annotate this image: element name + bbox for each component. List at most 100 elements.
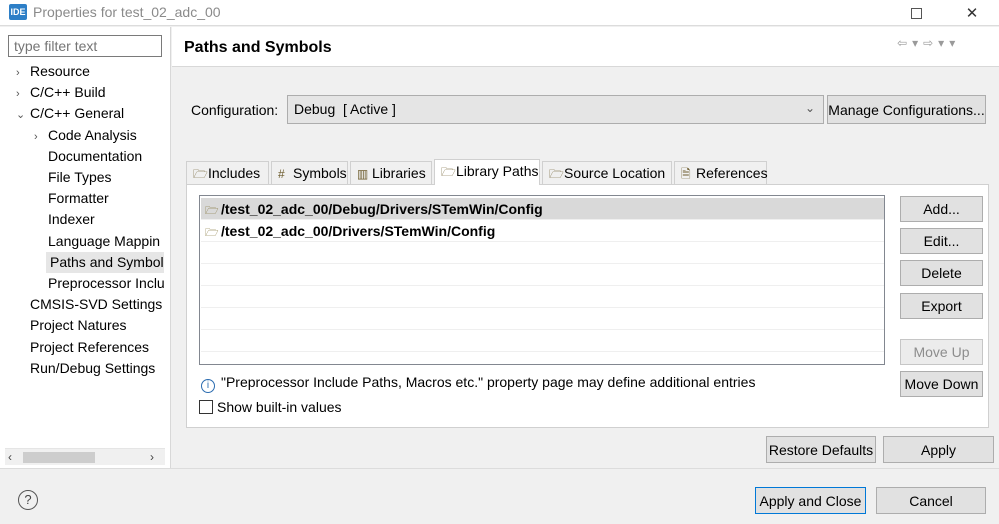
tab-label: Includes <box>208 165 261 181</box>
references-icon: 🗎 <box>681 167 691 181</box>
preferences-tree-panel: ›Resource›C/C++ Build⌄C/C++ General›Code… <box>0 27 171 468</box>
manage-configurations-button[interactable]: Manage Configurations... <box>827 95 986 124</box>
apply-and-close-button[interactable]: Apply and Close <box>755 487 866 514</box>
close-button[interactable]: ✕ <box>949 0 995 26</box>
tree-item-documentation[interactable]: Documentation <box>34 146 164 167</box>
tree-item-cmsis-svd-settings[interactable]: CMSIS-SVD Settings <box>16 294 164 315</box>
tree-item-preprocessor-inclu[interactable]: Preprocessor Inclu <box>34 273 164 294</box>
tree-item-c-c-build[interactable]: › C/C++ Build <box>16 82 164 103</box>
add-button[interactable]: Add... <box>900 196 983 222</box>
back-arrow-icon[interactable]: ⇦ <box>897 36 907 50</box>
hash-icon: # <box>278 167 285 181</box>
tree-item-label: Documentation <box>48 147 143 164</box>
maximize-button[interactable] <box>893 0 939 26</box>
property-page: Paths and Symbols ⇦ ▾ ⇨ ▾ ▾ Configuration: D… <box>172 27 999 468</box>
library-path-text: /test_02_adc_00/Debug/Drivers/STemWin/Co… <box>221 201 543 217</box>
folder-icon: 🗁 <box>205 205 219 217</box>
chevron-right-icon[interactable]: › <box>34 127 48 146</box>
empty-list-row <box>201 242 884 264</box>
move-down-button[interactable]: Move Down <box>900 371 983 397</box>
ide-app-icon: IDE <box>9 4 27 20</box>
tree-item-run-debug-settings[interactable]: Run/Debug Settings <box>16 358 164 379</box>
tree-item-c-c-general[interactable]: ⌄ C/C++ General <box>16 103 164 124</box>
chevron-right-icon[interactable]: › <box>16 84 30 103</box>
tree-item-label: Project Natures <box>30 317 127 334</box>
tree-item-label: C/C++ Build <box>30 84 106 101</box>
scrollbar-thumb[interactable] <box>23 452 95 463</box>
source-folder-icon: 🗁 <box>549 167 564 181</box>
tab-library-paths[interactable]: 🗁Library Paths <box>434 159 540 185</box>
empty-list-row <box>201 264 884 286</box>
delete-button[interactable]: Delete <box>900 260 983 286</box>
filter-input[interactable] <box>8 35 162 57</box>
library-paths-list[interactable]: 🗁/test_02_adc_00/Debug/Drivers/STemWin/C… <box>199 195 885 365</box>
library-path-row[interactable]: 🗁/test_02_adc_00/Drivers/STemWin/Config <box>201 220 884 242</box>
cancel-button[interactable]: Cancel <box>876 487 986 514</box>
tree-item-label: Code Analysis <box>48 126 137 143</box>
show-builtin-checkbox[interactable] <box>199 400 213 414</box>
tree-item-label: Preprocessor Inclu <box>48 275 164 291</box>
title-bar: IDE Properties for test_02_adc_00 ✕ <box>0 0 999 26</box>
back-menu-icon[interactable]: ▾ <box>912 36 918 50</box>
configuration-label: Configuration: <box>191 102 279 118</box>
chevron-down-icon[interactable]: ⌄ <box>16 105 30 124</box>
apply-button[interactable]: Apply <box>883 436 994 463</box>
forward-arrow-icon[interactable]: ⇨ <box>923 36 933 50</box>
configuration-row: Configuration: Debug [ Active ] ⌄ Manage… <box>182 91 990 131</box>
chevron-right-icon[interactable]: › <box>16 63 30 82</box>
horizontal-scrollbar[interactable]: ‹ › <box>5 448 165 465</box>
maximize-icon <box>910 7 922 19</box>
scroll-right-icon[interactable]: › <box>150 449 162 466</box>
tab-references[interactable]: 🗎 References <box>674 161 768 185</box>
export-button[interactable]: Export <box>900 293 983 319</box>
restore-defaults-button[interactable]: Restore Defaults <box>766 436 876 463</box>
tab-libraries[interactable]: ▥ Libraries <box>350 161 432 185</box>
library-paths-folder-icon: 🗁 <box>441 165 456 179</box>
info-text: "Preprocessor Include Paths, Macros etc.… <box>221 374 756 390</box>
tree-item-label: Project References <box>30 338 150 355</box>
tab-includes[interactable]: 🗁Includes <box>186 161 269 185</box>
move-up-button[interactable]: Move Up <box>900 339 983 365</box>
forward-menu-icon[interactable]: ▾ <box>938 36 944 50</box>
edit-button[interactable]: Edit... <box>900 228 983 254</box>
library-path-row[interactable]: 🗁/test_02_adc_00/Debug/Drivers/STemWin/C… <box>201 198 884 220</box>
tab-label: References <box>696 165 768 181</box>
tab-symbols[interactable]: # Symbols <box>271 161 348 185</box>
tree-item-label: Language Mappin <box>48 232 161 249</box>
tree-item-resource[interactable]: › Resource <box>16 61 164 82</box>
chevron-down-icon: ⌄ <box>804 101 815 115</box>
tree-item-code-analysis[interactable]: › Code Analysis <box>34 125 164 146</box>
folder-icon: 🗁 <box>205 227 219 239</box>
empty-list-row <box>201 308 884 330</box>
tab-source-location[interactable]: 🗁Source Location <box>542 161 672 185</box>
empty-list-row <box>201 286 884 308</box>
configuration-select[interactable]: Debug [ Active ] ⌄ <box>287 95 824 124</box>
configuration-value: Debug [ Active ] <box>294 101 396 117</box>
tree-item-file-types[interactable]: File Types <box>34 167 164 188</box>
tab-label: Source Location <box>564 165 666 181</box>
tree-item-paths-and-symbols[interactable]: Paths and Symbols <box>46 251 164 273</box>
tree-item-label: Paths and Symbols <box>50 253 164 270</box>
info-message: i "Preprocessor Include Paths, Macros etc… <box>201 374 755 393</box>
close-icon: ✕ <box>965 5 979 22</box>
tree-item-indexer[interactable]: Indexer <box>34 209 164 230</box>
window-title: Properties for test_02_adc_00 <box>33 4 221 20</box>
tree-item-project-natures[interactable]: Project Natures <box>16 315 164 336</box>
show-builtin-label: Show built-in values <box>217 399 342 415</box>
tree-item-project-references[interactable]: Project References <box>16 337 164 358</box>
scroll-left-icon[interactable]: ‹ <box>8 449 20 466</box>
tree-item-language-mappin[interactable]: Language Mappin <box>34 231 164 252</box>
info-icon: i <box>201 379 215 393</box>
show-builtin-row[interactable]: Show built-in values <box>199 399 342 415</box>
library-paths-tab-panel: 🗁/test_02_adc_00/Debug/Drivers/STemWin/C… <box>186 184 989 428</box>
tab-label: Libraries <box>372 165 426 181</box>
tab-label: Library Paths <box>456 163 539 179</box>
tree-item-formatter[interactable]: Formatter <box>34 188 164 209</box>
tree-item-label: Indexer <box>48 211 95 228</box>
tree-item-label: File Types <box>48 169 112 185</box>
tab-label: Symbols <box>293 165 347 181</box>
view-menu-icon[interactable]: ▾ <box>949 36 955 50</box>
tree-item-label: CMSIS-SVD Settings <box>30 296 163 313</box>
library-path-text: /test_02_adc_00/Drivers/STemWin/Config <box>221 223 496 239</box>
help-icon[interactable]: ? <box>18 490 38 510</box>
